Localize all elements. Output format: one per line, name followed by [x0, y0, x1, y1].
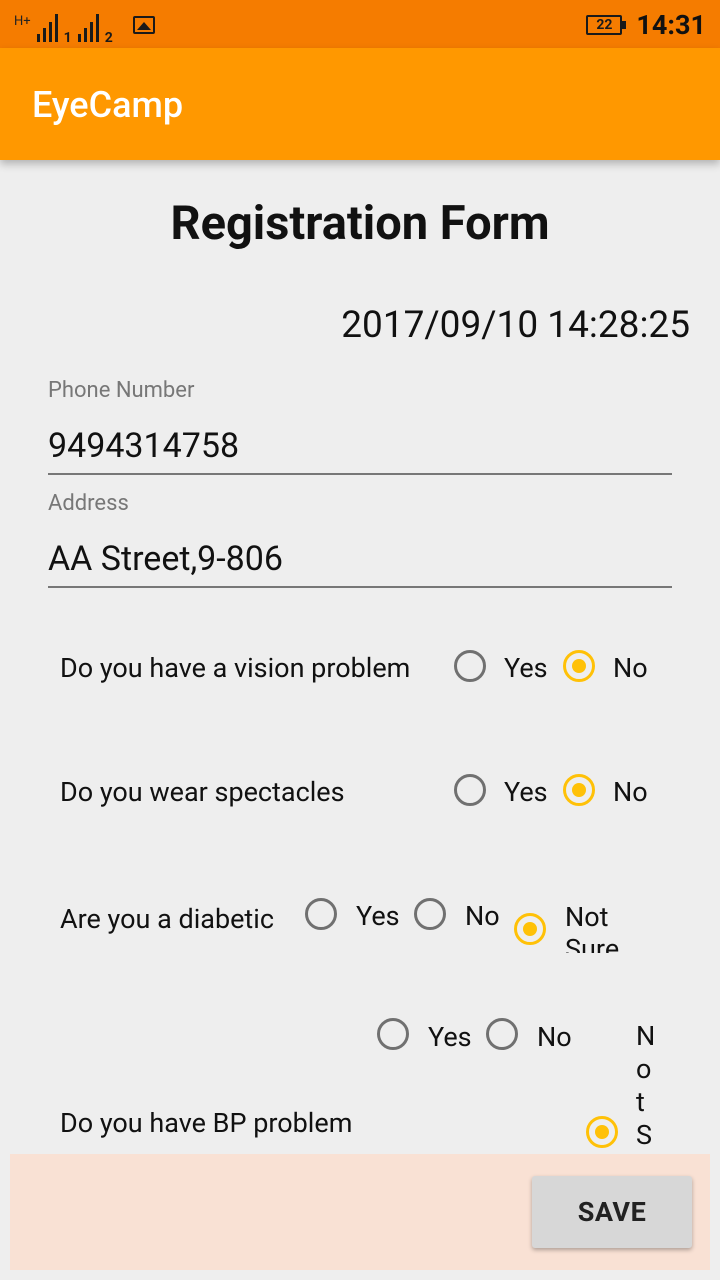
- bp-no-radio[interactable]: [486, 1018, 518, 1050]
- status-right: 22 14:31: [586, 8, 706, 42]
- address-underline: [48, 586, 672, 588]
- diabetic-yes-label[interactable]: Yes: [356, 900, 400, 932]
- vision-yes-label[interactable]: Yes: [504, 652, 548, 684]
- signal-icon: [36, 12, 58, 42]
- clock: 14:31: [636, 9, 706, 41]
- vision-no-label[interactable]: No: [613, 652, 648, 684]
- bp-yes-radio[interactable]: [377, 1018, 409, 1050]
- phone-underline: [48, 473, 672, 475]
- status-left: H+ 1 2: [14, 8, 155, 46]
- bp-notsure-radio[interactable]: [586, 1116, 618, 1148]
- address-label: Address: [48, 491, 129, 516]
- question-vision: Do you have a vision problem: [60, 652, 411, 684]
- bp-notsure-label[interactable]: Not Sure: [636, 1020, 660, 1154]
- battery-icon: 22: [586, 15, 627, 35]
- bp-no-label[interactable]: No: [537, 1021, 572, 1053]
- signal-icon: [77, 12, 99, 42]
- vision-no-radio[interactable]: [563, 650, 595, 682]
- diabetic-no-radio[interactable]: [414, 898, 446, 930]
- status-bar: H+ 1 2 22 14:31: [0, 0, 720, 48]
- app-bar: EyeCamp: [0, 48, 720, 160]
- app-title: EyeCamp: [32, 84, 184, 126]
- spectacles-yes-radio[interactable]: [454, 774, 486, 806]
- diabetic-notsure-radio[interactable]: [514, 913, 546, 945]
- bp-yes-label[interactable]: Yes: [428, 1021, 472, 1053]
- sim1-label: 1: [63, 30, 72, 46]
- vision-yes-radio[interactable]: [454, 650, 486, 682]
- network-type: H+: [14, 14, 31, 29]
- diabetic-no-label[interactable]: No: [465, 900, 500, 932]
- question-spectacles: Do you wear spectacles: [60, 776, 345, 808]
- sim2-label: 2: [104, 30, 113, 46]
- question-diabetic: Are you a diabetic: [60, 903, 274, 935]
- spectacles-no-radio[interactable]: [563, 774, 595, 806]
- question-bp: Do you have BP problem: [60, 1107, 353, 1139]
- form-title: Registration Form: [170, 196, 550, 251]
- save-button[interactable]: SAVE: [532, 1176, 692, 1248]
- diabetic-notsure-label[interactable]: Not Sure: [565, 901, 635, 953]
- address-input[interactable]: AA Street,9-806: [48, 539, 283, 579]
- gallery-notification-icon: [132, 16, 155, 34]
- phone-input[interactable]: 9494314758: [48, 426, 239, 466]
- diabetic-yes-radio[interactable]: [305, 898, 337, 930]
- spectacles-yes-label[interactable]: Yes: [504, 776, 548, 808]
- registration-datetime: 2017/09/10 14:28:25: [341, 304, 690, 347]
- spectacles-no-label[interactable]: No: [613, 776, 648, 808]
- phone-label: Phone Number: [48, 378, 195, 403]
